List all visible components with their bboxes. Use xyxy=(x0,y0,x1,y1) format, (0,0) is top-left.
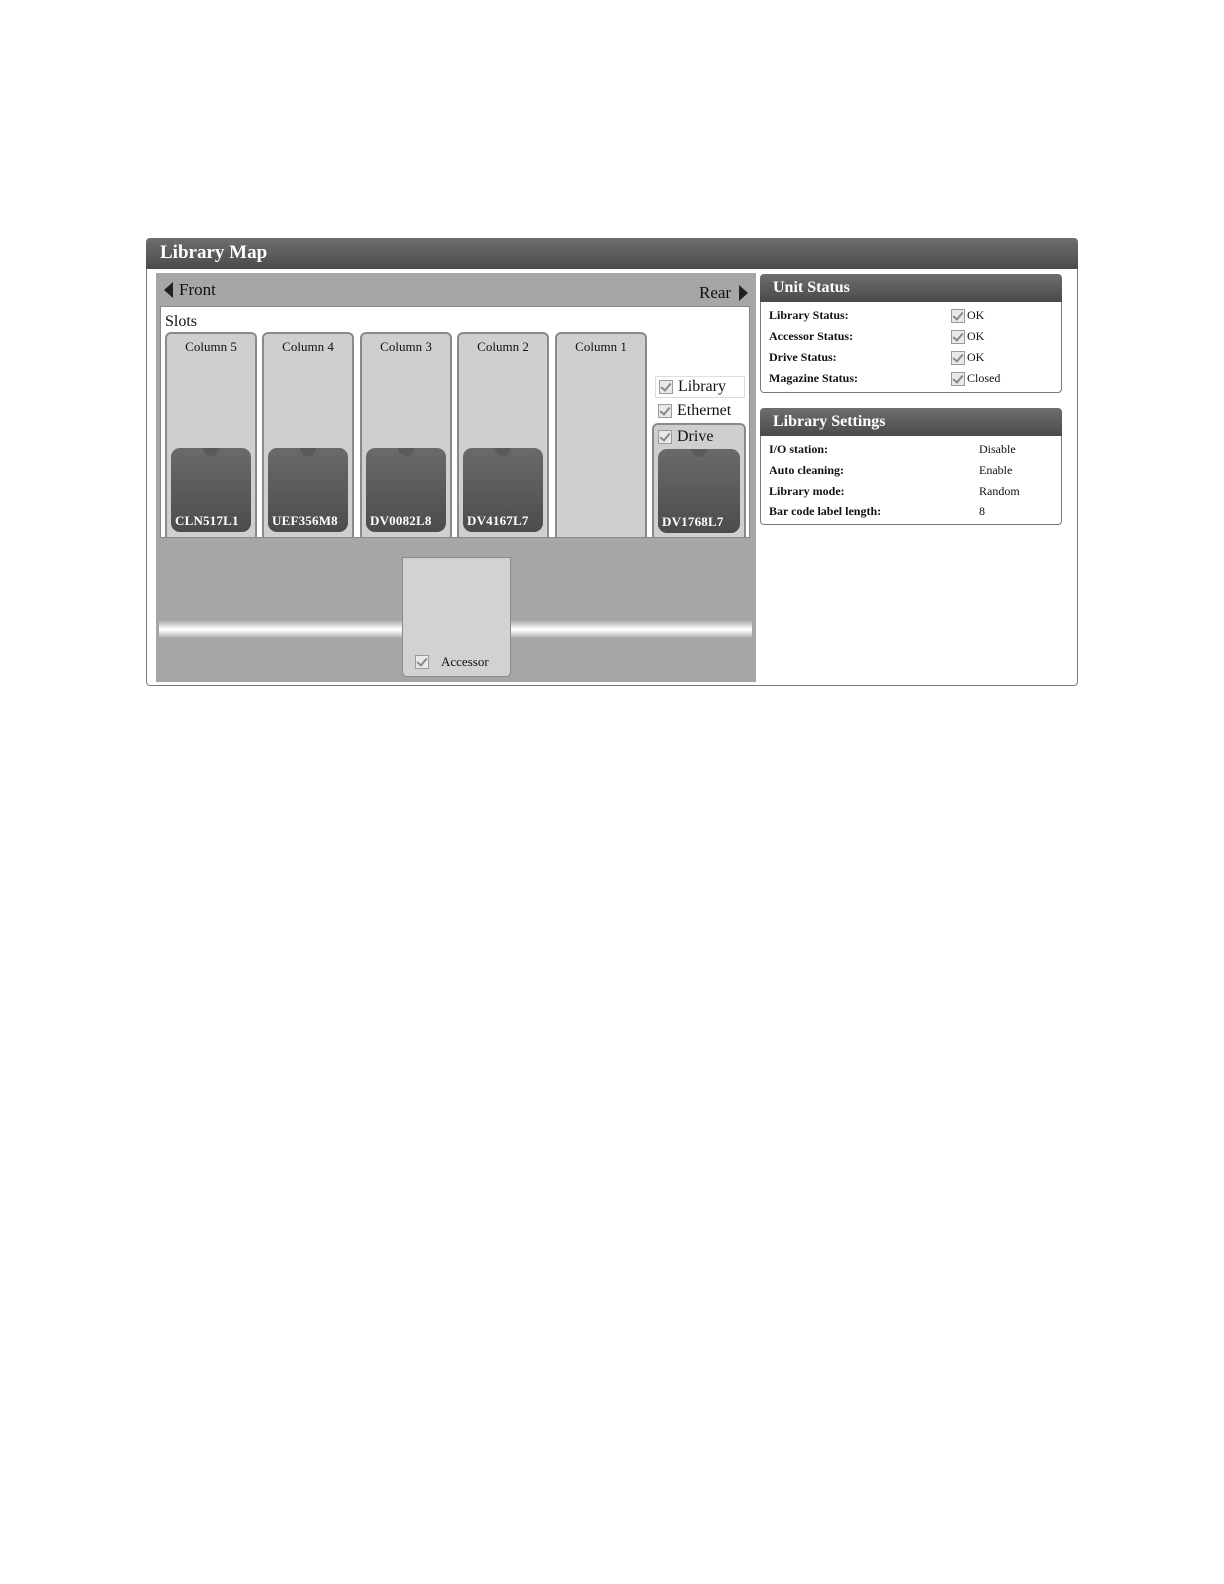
cartridge[interactable]: DV4167L7 xyxy=(463,448,543,532)
drive-cartridge[interactable]: DV1768L7 xyxy=(658,449,740,533)
unit-status-content: Library Status: OK Accessor Status: OK D… xyxy=(760,302,1062,393)
accessor-status: Accessor xyxy=(415,654,489,670)
status-label: Library Status: xyxy=(769,308,849,322)
arrow-left-icon xyxy=(164,282,173,298)
column-title: Column 3 xyxy=(380,339,432,354)
cartridge-notch xyxy=(300,448,316,456)
setting-label: Library mode: xyxy=(769,484,845,498)
library-settings-title: Library Settings xyxy=(760,408,1062,436)
slots-label: Slots xyxy=(165,313,198,330)
cartridge-notch xyxy=(203,448,219,456)
legend-ethernet-label: Ethernet xyxy=(677,402,732,419)
cartridge[interactable]: UEF356M8 xyxy=(268,448,348,532)
setting-value: 8 xyxy=(979,504,985,518)
status-label: Drive Status: xyxy=(769,350,837,364)
library-settings-content: I/O station: Disable Auto cleaning: Enab… xyxy=(760,436,1062,525)
check-icon xyxy=(951,350,965,365)
legend-drive-label: Drive xyxy=(677,428,714,445)
check-icon xyxy=(951,308,965,323)
cartridge-label: DV0082L8 xyxy=(370,513,432,528)
setting-label: I/O station: xyxy=(769,442,829,456)
status-value: Closed xyxy=(951,371,1000,386)
setting-value: Enable xyxy=(979,463,1013,477)
setting-label: Bar code label length: xyxy=(769,504,882,518)
unit-status-title: Unit Status xyxy=(760,274,1062,302)
slot-column-3[interactable]: Column 3 DV0082L8 xyxy=(360,332,452,537)
cartridge-notch xyxy=(398,448,414,456)
slot-column-1[interactable]: Column 1 xyxy=(555,332,647,537)
status-value-text: OK xyxy=(967,329,985,343)
cartridge-notch xyxy=(495,448,511,456)
panel-title: Library Map xyxy=(160,242,268,263)
setting-label: Auto cleaning: xyxy=(769,463,844,477)
nav-front-label: Front xyxy=(179,280,216,299)
status-value: OK xyxy=(951,329,984,344)
status-value: OK xyxy=(951,308,984,323)
library-settings-box: Library Settings I/O station: Disable Au… xyxy=(760,408,1062,525)
column-title: Column 5 xyxy=(185,339,237,354)
legend-library-label: Library xyxy=(678,378,726,395)
column-title: Column 2 xyxy=(477,339,529,354)
cartridge[interactable]: DV0082L8 xyxy=(366,448,446,532)
slot-column-2[interactable]: Column 2 DV4167L7 xyxy=(457,332,549,537)
legend-library[interactable]: Library xyxy=(655,376,745,398)
cartridge-label: CLN517L1 xyxy=(175,513,239,528)
checkbox-icon xyxy=(659,380,673,394)
unit-status-box: Unit Status Library Status: OK Accessor … xyxy=(760,274,1062,393)
checkbox-icon xyxy=(415,655,429,669)
status-value: OK xyxy=(951,350,984,365)
accessor-label: Accessor xyxy=(441,654,489,669)
status-value-text: Closed xyxy=(967,371,1001,385)
status-label: Accessor Status: xyxy=(769,329,854,343)
cartridge-label: UEF356M8 xyxy=(272,513,338,528)
checkbox-icon xyxy=(658,404,672,418)
arrow-right-icon xyxy=(739,285,749,301)
slot-column-5[interactable]: Column 5 CLN517L1 xyxy=(165,332,257,537)
nav-rear-label: Rear xyxy=(699,283,732,302)
setting-value: Disable xyxy=(979,442,1016,456)
legend-ethernet[interactable]: Ethernet xyxy=(655,401,731,421)
column-title: Column 1 xyxy=(575,339,627,354)
status-value-text: OK xyxy=(967,350,985,364)
nav-front-button[interactable]: Front xyxy=(164,280,216,300)
column-title: Column 4 xyxy=(282,339,334,354)
cartridge-label: DV1768L7 xyxy=(662,514,724,529)
accessor[interactable]: Accessor xyxy=(402,557,511,677)
status-value-text: OK xyxy=(967,308,985,322)
drive-slot[interactable]: Drive DV1768L7 xyxy=(652,423,746,537)
setting-value: Random xyxy=(979,484,1020,498)
panel-header: Library Map xyxy=(146,238,1078,269)
status-label: Magazine Status: xyxy=(769,371,858,385)
slot-column-4[interactable]: Column 4 UEF356M8 xyxy=(262,332,354,537)
legend-drive[interactable]: Drive xyxy=(658,428,713,446)
nav-rear-button[interactable]: Rear xyxy=(699,283,749,303)
checkbox-icon xyxy=(658,430,672,444)
check-icon xyxy=(951,329,965,344)
cartridge[interactable]: CLN517L1 xyxy=(171,448,251,532)
cartridge-label: DV4167L7 xyxy=(467,513,529,528)
check-icon xyxy=(951,371,965,386)
cartridge-notch xyxy=(691,449,707,457)
